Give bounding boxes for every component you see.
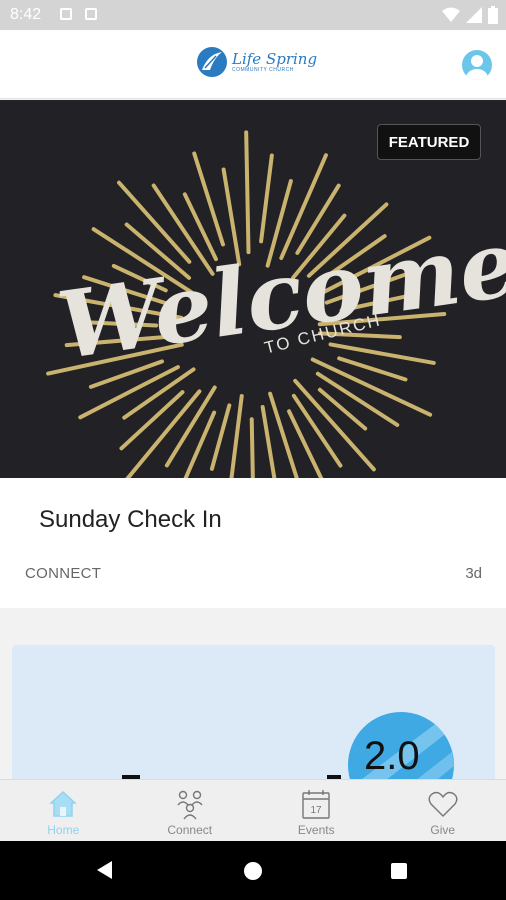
nav-home[interactable]: Home: [0, 780, 127, 841]
post-card[interactable]: 2.0: [12, 645, 495, 785]
hero-ray: [244, 130, 251, 255]
back-icon[interactable]: [97, 861, 112, 879]
home-circle-icon[interactable]: [244, 862, 262, 880]
version-badge: 2.0: [348, 712, 454, 785]
home-icon: [49, 790, 78, 817]
app-header: Life Spring COMMUNITY CHURCH: [0, 30, 506, 99]
logo-subtitle: COMMUNITY CHURCH: [232, 66, 294, 73]
wifi-icon: [442, 7, 460, 22]
app-screen: 8:42 Life Spring COMMUNITY CHURCH Welcom…: [0, 0, 506, 900]
calendar-icon: 17: [302, 790, 330, 819]
post-title[interactable]: Sunday Check In: [39, 506, 222, 534]
hero-ray: [259, 153, 274, 244]
nav-home-label: Home: [47, 823, 80, 837]
hero-ray: [183, 410, 217, 478]
recent-apps-icon[interactable]: [391, 863, 407, 879]
heart-icon: [428, 791, 458, 817]
bottom-navigation: Home Connect 17 Events Give: [0, 779, 506, 841]
nav-connect[interactable]: Connect: [127, 780, 254, 841]
profile-avatar-button[interactable]: [462, 50, 492, 80]
battery-icon: [488, 6, 498, 24]
status-bar: 8:42: [0, 0, 506, 30]
hero-ray: [229, 394, 244, 478]
calendar-date-text: 17: [311, 805, 323, 816]
system-navigation-bar: [0, 841, 506, 900]
notification-icons: [60, 8, 97, 20]
nav-connect-label: Connect: [167, 823, 213, 837]
system-icons: [442, 6, 498, 24]
hero-ray: [249, 417, 255, 478]
featured-hero-image: Welcome TO CHURCH FEATURED: [0, 100, 506, 478]
nav-give-label: Give: [430, 823, 456, 837]
church-logo[interactable]: Life Spring COMMUNITY CHURCH: [196, 46, 317, 78]
hero-ray: [317, 387, 368, 431]
signal-icon: [466, 7, 482, 23]
hero-ray: [192, 151, 225, 247]
hero-ray: [268, 391, 299, 478]
leaf-logo-icon: [197, 47, 227, 77]
logo-name: Life Spring: [232, 49, 318, 68]
notification-icon: [60, 8, 72, 20]
nav-events-label: Events: [297, 823, 335, 837]
version-badge-text: 2.0: [364, 734, 420, 778]
notification-icon: [85, 8, 97, 20]
status-time: 8:42: [10, 6, 42, 23]
featured-badge: FEATURED: [377, 124, 481, 160]
nav-give[interactable]: Give: [380, 780, 506, 841]
post-timestamp: 3d: [465, 565, 482, 582]
featured-post-card[interactable]: Welcome TO CHURCH FEATURED Sunday Check …: [0, 100, 506, 608]
nav-events[interactable]: 17 Events: [253, 780, 380, 841]
hero-ray: [260, 404, 277, 478]
post-category: CONNECT: [25, 565, 102, 582]
people-icon: [177, 790, 203, 820]
